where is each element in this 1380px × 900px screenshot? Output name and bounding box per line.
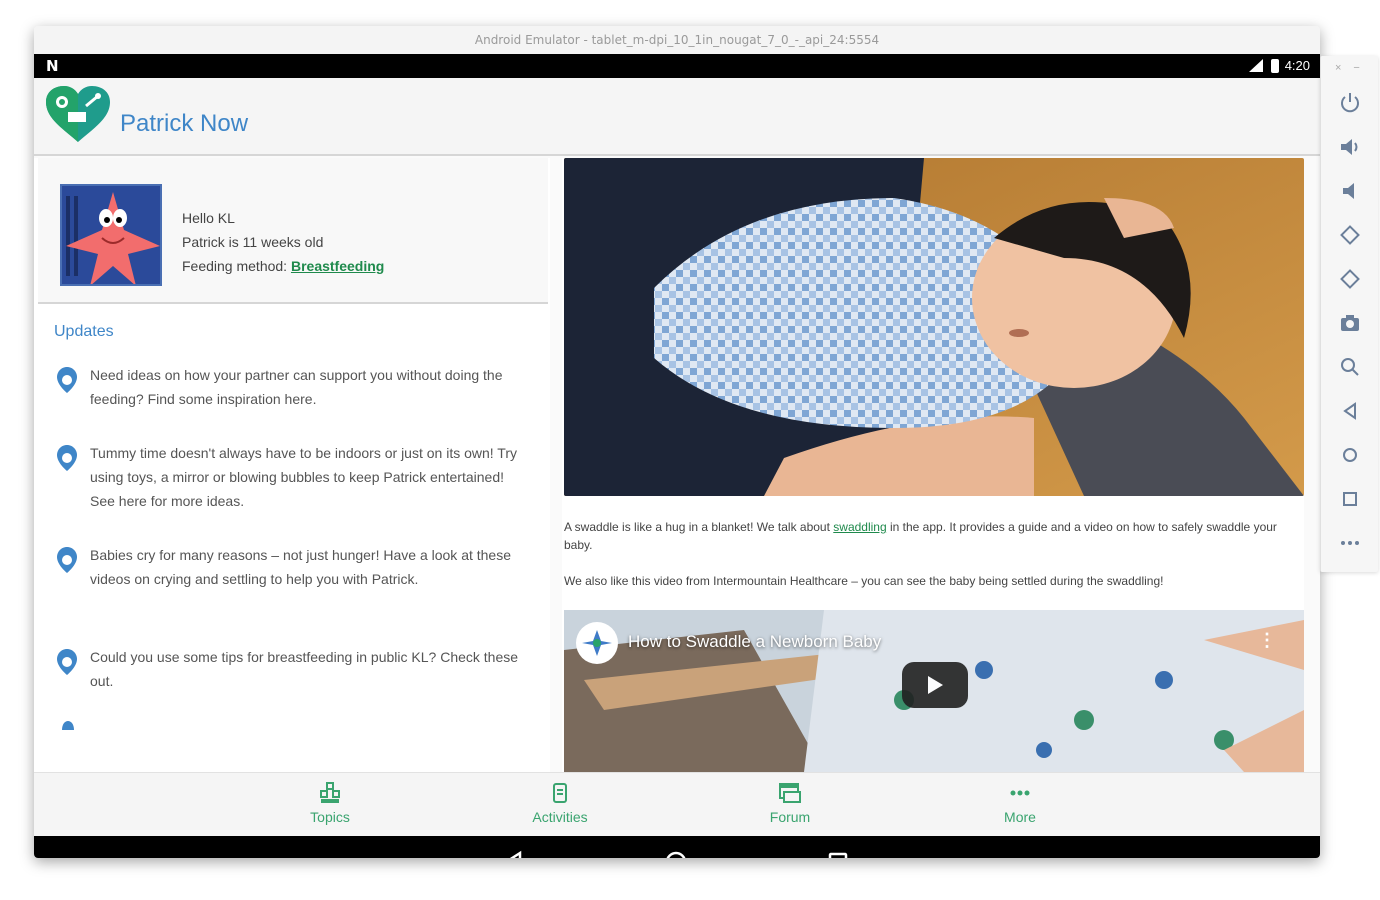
volume-down-icon[interactable] <box>1337 178 1363 204</box>
nav-topics[interactable]: Topics <box>270 781 390 825</box>
video-menu-icon[interactable]: ⋮ <box>1258 630 1276 651</box>
emulator-side-toolbar: ×− <box>1320 56 1378 572</box>
video-embed[interactable]: How to Swaddle a Newborn Baby ⋮ <box>564 610 1304 772</box>
nav-forum-label: Forum <box>769 809 811 825</box>
article-caption: A swaddle is like a hug in a blanket! We… <box>564 518 1284 554</box>
android-n-icon: N <box>46 57 59 75</box>
swaddling-link[interactable]: swaddling <box>833 520 886 534</box>
nav-forum[interactable]: Forum <box>730 781 850 825</box>
forum-icon <box>779 783 801 803</box>
rotate-left-icon[interactable] <box>1337 222 1363 248</box>
update-text: Need ideas on how your partner can suppo… <box>90 367 503 407</box>
location-pin-icon <box>57 547 77 573</box>
device-screen: N 4:20 Patrick Now Hello KL Patrick is 1… <box>34 54 1320 858</box>
home-icon[interactable] <box>662 848 690 858</box>
zoom-icon[interactable] <box>1337 354 1363 380</box>
feeding-label: Feeding method: <box>182 258 288 274</box>
profile-age: Patrick is 11 weeks old <box>182 234 324 250</box>
more-options-icon[interactable] <box>1337 530 1363 556</box>
location-pin-icon <box>57 367 77 393</box>
rotate-right-icon[interactable] <box>1337 266 1363 292</box>
home-icon[interactable] <box>1337 442 1363 468</box>
update-text: Could you use some tips for breastfeedin… <box>90 649 519 689</box>
right-pane: A swaddle is like a hug in a blanket! We… <box>562 158 1304 772</box>
status-bar: N 4:20 <box>34 54 1320 78</box>
app-title: Patrick Now <box>120 110 249 137</box>
location-pin-icon <box>62 721 74 730</box>
feeding-method-link[interactable]: Breastfeeding <box>291 258 384 274</box>
signal-icon <box>1248 59 1263 72</box>
video-title[interactable]: How to Swaddle a Newborn Baby <box>628 632 881 652</box>
window-controls[interactable]: ×− <box>1335 62 1372 74</box>
location-pin-icon <box>57 649 77 675</box>
status-time: 4:20 <box>1284 58 1310 73</box>
back-icon[interactable] <box>1337 398 1363 424</box>
activities-icon <box>553 783 567 803</box>
app-logo <box>42 84 114 146</box>
nav-activities-label: Activities <box>532 809 588 825</box>
back-icon[interactable] <box>500 848 528 858</box>
update-text: Tummy time doesn't always have to be ind… <box>90 445 517 509</box>
nav-more[interactable]: More <box>960 781 1080 825</box>
play-icon <box>928 676 943 694</box>
emulator-window: Android Emulator - tablet_m-dpi_10_1in_n… <box>34 26 1320 858</box>
nav-topics-label: Topics <box>310 809 350 825</box>
avatar[interactable] <box>60 184 162 286</box>
updates-heading: Updates <box>54 323 114 340</box>
recents-icon[interactable] <box>824 848 852 858</box>
power-icon[interactable] <box>1337 90 1363 116</box>
battery-icon <box>1270 58 1279 73</box>
nav-activities[interactable]: Activities <box>500 781 620 825</box>
profile-feeding: Feeding method: Breastfeeding <box>182 254 384 278</box>
left-pane: Hello KL Patrick is 11 weeks old Feeding… <box>34 158 550 772</box>
volume-up-icon[interactable] <box>1337 134 1363 160</box>
topics-icon <box>320 782 340 803</box>
play-button[interactable] <box>902 662 968 708</box>
camera-icon[interactable] <box>1337 310 1363 336</box>
update-item[interactable]: Tummy time doesn't always have to be ind… <box>56 441 526 513</box>
nav-more-label: More <box>1004 809 1036 825</box>
more-icon <box>1010 790 1030 796</box>
location-pin-icon <box>57 445 77 471</box>
update-item[interactable]: Babies cry for many reasons – not just h… <box>56 543 526 591</box>
profile-greeting: Hello KL <box>182 210 235 226</box>
article-caption-2: We also like this video from Intermounta… <box>564 574 1164 588</box>
app-bar: Patrick Now <box>34 78 1320 156</box>
bottom-navigation: Topics Activities Forum More <box>34 772 1320 836</box>
overview-icon[interactable] <box>1337 486 1363 512</box>
profile-info: Hello KL Patrick is 11 weeks old Feeding… <box>182 206 384 278</box>
caption-text-before: A swaddle is like a hug in a blanket! We… <box>564 520 834 534</box>
update-text: Babies cry for many reasons – not just h… <box>90 547 512 587</box>
profile-card: Hello KL Patrick is 11 weeks old Feeding… <box>38 158 548 304</box>
update-item[interactable]: Could you use some tips for breastfeedin… <box>56 645 526 693</box>
update-item[interactable]: Need ideas on how your partner can suppo… <box>56 363 526 411</box>
channel-avatar[interactable] <box>576 622 618 664</box>
baby-photo <box>564 158 1304 496</box>
system-navigation-bar <box>34 836 1320 858</box>
emulator-title: Android Emulator - tablet_m-dpi_10_1in_n… <box>34 26 1320 54</box>
